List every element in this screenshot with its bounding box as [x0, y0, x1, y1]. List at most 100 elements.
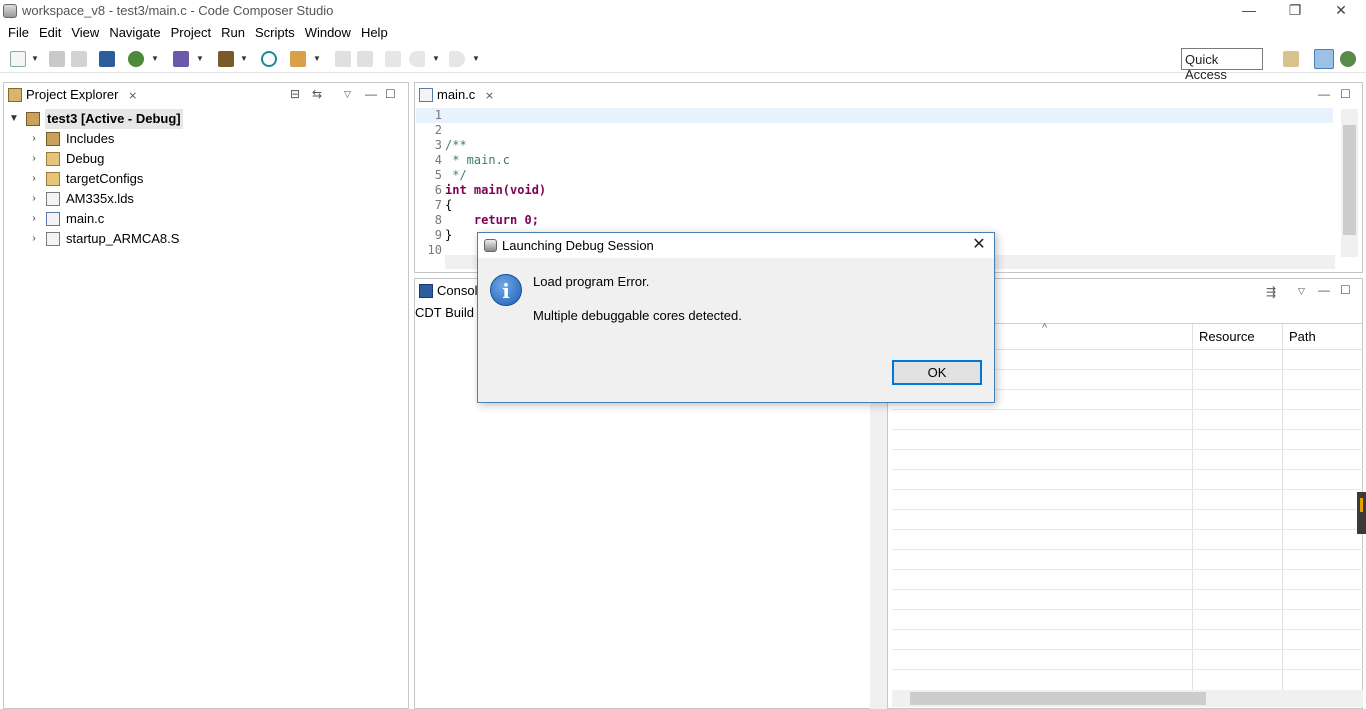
expand-arrow-icon[interactable]: ▼ — [8, 109, 20, 129]
scrollbar-thumb[interactable] — [1343, 125, 1356, 235]
line-number: 10 — [427, 243, 442, 257]
terminal-icon[interactable] — [99, 51, 115, 67]
minimize-view-icon[interactable]: — — [1318, 283, 1330, 297]
collapse-arrow-icon[interactable]: › — [28, 229, 40, 249]
back-dropdown-icon[interactable]: ▼ — [432, 54, 440, 63]
flash-icon[interactable] — [173, 51, 189, 67]
tree-item-targetconfigs[interactable]: › targetConfigs — [4, 169, 408, 189]
quick-access-input[interactable]: Quick Access — [1181, 48, 1263, 82]
line-number: 4 — [434, 153, 442, 167]
minimize-view-icon[interactable]: — — [1318, 87, 1330, 101]
menu-scripts[interactable]: Scripts — [250, 22, 300, 44]
editor-vertical-scrollbar[interactable] — [1341, 109, 1358, 257]
collapse-arrow-icon[interactable]: › — [28, 129, 40, 149]
tree-item-am335x-lds[interactable]: › AM335x.lds — [4, 189, 408, 209]
table-row — [892, 630, 1363, 650]
last-edit-icon[interactable] — [385, 51, 401, 67]
column-header-path[interactable]: Path — [1289, 329, 1316, 344]
tab-close-icon[interactable]: ⨯ — [128, 90, 137, 102]
problems-horizontal-scrollbar[interactable] — [892, 690, 1363, 707]
line-number: 5 — [434, 168, 442, 182]
ccs-edit-perspective-icon[interactable] — [1314, 49, 1334, 69]
console-icon — [419, 284, 433, 298]
tree-item-main-c[interactable]: › main.c — [4, 209, 408, 229]
maximize-view-icon[interactable]: ☐ — [1340, 283, 1351, 297]
project-tree: ▼ test3 [Active - Debug] › Includes › De… — [4, 109, 408, 249]
build-dropdown-icon[interactable]: ▼ — [240, 54, 248, 63]
ok-button[interactable]: OK — [892, 360, 982, 385]
ccs-app-icon — [3, 4, 17, 18]
console-build-label: CDT Build — [415, 305, 475, 320]
table-row — [892, 610, 1363, 630]
project-icon — [26, 112, 40, 126]
close-window-button[interactable]: ✕ — [1318, 0, 1364, 22]
menu-view[interactable]: View — [66, 22, 104, 44]
collapse-all-icon[interactable]: ⊟ — [290, 87, 300, 101]
external-tools-dropdown-icon[interactable]: ▼ — [313, 54, 321, 63]
debug-dropdown-icon[interactable]: ▼ — [151, 54, 159, 63]
flash-dropdown-icon[interactable]: ▼ — [196, 54, 204, 63]
new-icon[interactable] — [10, 51, 26, 67]
minimize-view-icon[interactable]: — — [365, 87, 377, 101]
tree-root-test3[interactable]: ▼ test3 [Active - Debug] — [4, 109, 408, 129]
scrollbar-thumb[interactable] — [910, 692, 1206, 705]
collapse-arrow-icon[interactable]: › — [28, 189, 40, 209]
restore-button[interactable]: ❐ — [1272, 0, 1318, 22]
line-number: 7 — [434, 198, 442, 212]
view-toolbar-icon[interactable]: ⇶ — [1266, 285, 1276, 299]
maximize-view-icon[interactable]: ☐ — [1340, 87, 1351, 101]
link-with-editor-icon[interactable]: ⇆ — [312, 87, 322, 101]
forward-dropdown-icon[interactable]: ▼ — [472, 54, 480, 63]
forward-icon[interactable] — [449, 51, 465, 67]
line-number: 6 — [434, 183, 442, 197]
collapse-arrow-icon[interactable]: › — [28, 209, 40, 229]
window-titlebar: workspace_v8 - test3/main.c - Code Compo… — [0, 0, 1366, 22]
external-tools-icon[interactable] — [290, 51, 306, 67]
tab-project-explorer[interactable]: Project Explorer ⨯ — [4, 83, 144, 107]
open-perspective-icon[interactable] — [1283, 51, 1299, 67]
dialog-message-title: Load program Error. — [533, 274, 650, 289]
build-icon[interactable] — [218, 51, 234, 67]
line-number: 2 — [434, 123, 442, 137]
tree-item-startup-armca8[interactable]: › startup_ARMCA8.S — [4, 229, 408, 249]
side-handle[interactable] — [1357, 492, 1366, 534]
dialog-close-button[interactable]: ✕ — [964, 233, 994, 258]
info-icon: i — [490, 274, 522, 306]
project-explorer-view: Project Explorer ⨯ ⊟ ⇆ ▽ — ☐ ▼ test3 [Ac… — [3, 82, 409, 709]
next-annotation-icon[interactable] — [357, 51, 373, 67]
code-line: 4 * main.c — [416, 153, 1333, 168]
sort-indicator-icon[interactable]: ^ — [1042, 322, 1047, 334]
prev-annotation-icon[interactable] — [335, 51, 351, 67]
column-header-resource[interactable]: Resource — [1199, 329, 1255, 344]
tree-item-includes[interactable]: › Includes — [4, 129, 408, 149]
tab-close-icon[interactable]: ⨯ — [485, 90, 494, 102]
debug-icon[interactable] — [128, 51, 144, 67]
code-line: 7{ — [416, 198, 1333, 213]
maximize-view-icon[interactable]: ☐ — [385, 87, 396, 101]
back-icon[interactable] — [409, 51, 425, 67]
menu-window[interactable]: Window — [300, 22, 356, 44]
minimize-button[interactable]: — — [1226, 0, 1272, 22]
menu-file[interactable]: File — [3, 22, 34, 44]
save-icon[interactable] — [49, 51, 65, 67]
menu-help[interactable]: Help — [356, 22, 393, 44]
view-menu-icon[interactable]: ▽ — [1298, 286, 1305, 297]
collapse-arrow-icon[interactable]: › — [28, 169, 40, 189]
new-dropdown-icon[interactable]: ▼ — [31, 54, 39, 63]
search-icon[interactable] — [261, 51, 277, 67]
c-file-icon — [46, 212, 60, 226]
menu-run[interactable]: Run — [216, 22, 250, 44]
view-menu-icon[interactable]: ▽ — [344, 89, 351, 100]
ccs-debug-perspective-icon[interactable] — [1340, 51, 1356, 67]
save-all-icon[interactable] — [71, 51, 87, 67]
tab-console[interactable]: Consol — [415, 279, 484, 303]
tab-main-c[interactable]: main.c ⨯ — [415, 83, 501, 107]
menu-project[interactable]: Project — [166, 22, 216, 44]
menu-navigate[interactable]: Navigate — [104, 22, 165, 44]
collapse-arrow-icon[interactable]: › — [28, 149, 40, 169]
tree-item-label: Includes — [66, 131, 115, 146]
c-file-icon — [419, 88, 433, 102]
menu-edit[interactable]: Edit — [34, 22, 66, 44]
tree-item-debug[interactable]: › Debug — [4, 149, 408, 169]
line-text: */ — [445, 168, 467, 182]
